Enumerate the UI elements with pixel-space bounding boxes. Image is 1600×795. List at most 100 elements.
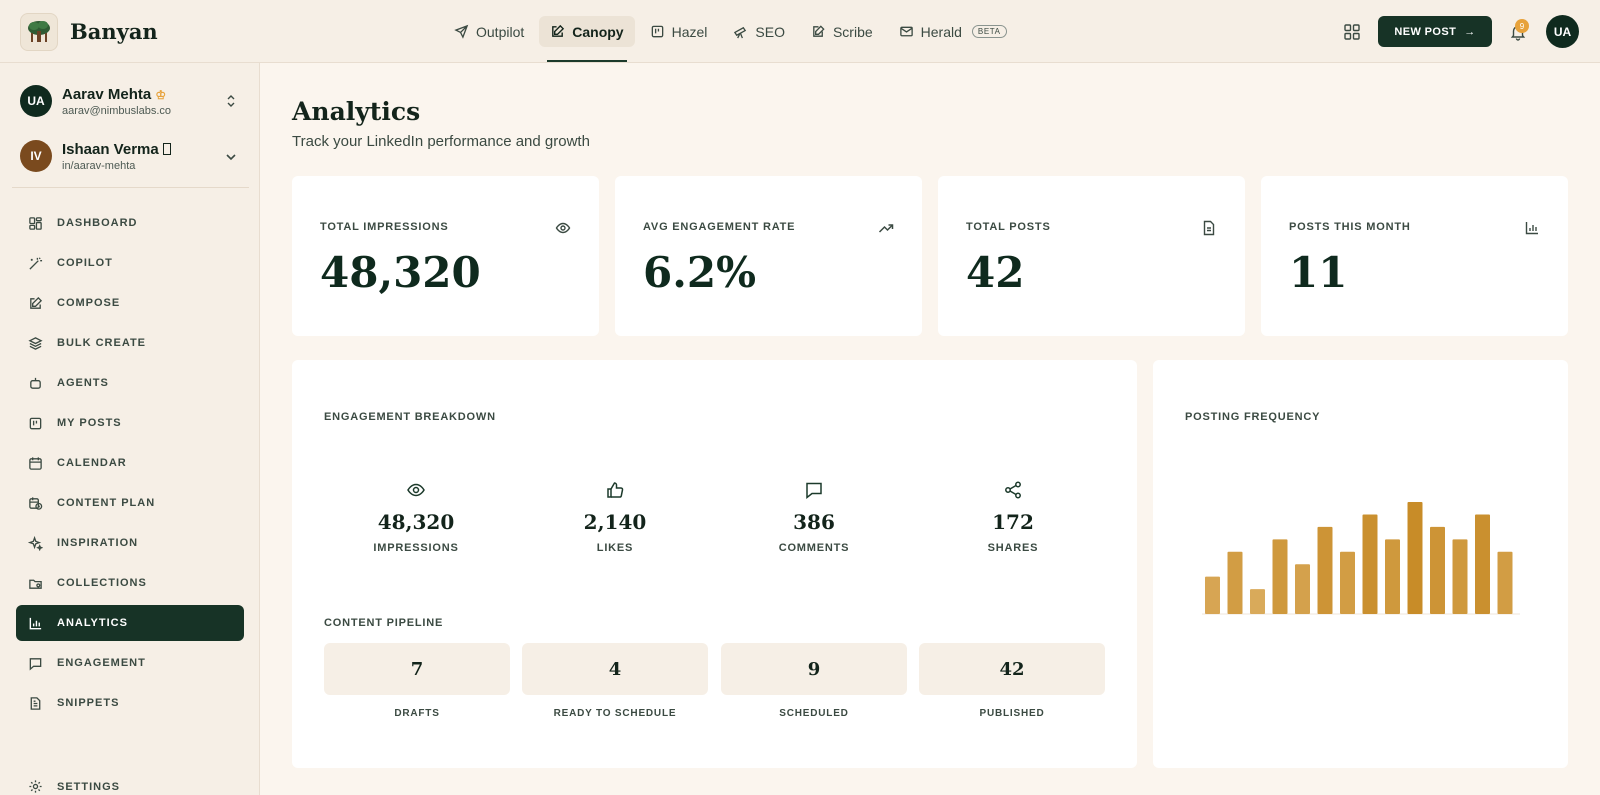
pipeline-value: 42: [919, 643, 1105, 695]
nav-herald[interactable]: Herald BETA: [888, 16, 1018, 47]
sidebar-item-my-posts[interactable]: MY POSTS: [16, 405, 244, 441]
pipeline-published[interactable]: 42 PUBLISHED: [919, 643, 1105, 719]
page-subtitle: Track your LinkedIn performance and grow…: [292, 133, 590, 150]
page-title: Analytics: [292, 97, 421, 126]
telescope-icon: [734, 26, 747, 39]
brand-name: Banyan: [70, 19, 158, 44]
sidebar-item-collections[interactable]: COLLECTIONS: [16, 565, 244, 601]
stat-label: TOTAL POSTS: [966, 221, 1051, 233]
sidebar-item-label: DASHBOARD: [57, 217, 138, 229]
engagement-value: 386: [793, 510, 835, 534]
frequency-bar: [1205, 576, 1220, 614]
pipeline-drafts[interactable]: 7 DRAFTS: [324, 643, 510, 719]
pipeline-value: 9: [721, 643, 907, 695]
nav-outpilot[interactable]: Outpilot: [443, 16, 535, 47]
engagement-label: IMPRESSIONS: [373, 542, 459, 554]
share-icon: [1005, 481, 1021, 499]
chevron-down-icon[interactable]: [225, 153, 237, 161]
engagement-likes: 2,140 LIKES: [545, 480, 685, 554]
sidebar-item-engagement[interactable]: ENGAGEMENT: [16, 645, 244, 681]
engagement-title: ENGAGEMENT BREAKDOWN: [324, 411, 496, 423]
engagement-value: 172: [992, 510, 1034, 534]
sidebar-item-snippets[interactable]: SNIPPETS: [16, 685, 244, 721]
mail-icon: [899, 26, 913, 37]
sidebar-item-label: SNIPPETS: [57, 697, 120, 709]
sidebar-item-dashboard[interactable]: DASHBOARD: [16, 205, 244, 241]
profile-switcher[interactable]: IV Ishaan Verma in/aarav-mehta: [20, 140, 171, 172]
new-post-label: NEW POST: [1394, 25, 1457, 38]
account-email: aarav@nimbuslabs.co: [62, 104, 171, 117]
pipeline-ready[interactable]: 4 READY TO SCHEDULE: [522, 643, 708, 719]
stat-card-posts-this-month: POSTS THIS MONTH 11: [1261, 176, 1568, 336]
sidebar-item-label: INSPIRATION: [57, 537, 139, 549]
avatar: IV: [20, 140, 52, 172]
sidebar-item-agents[interactable]: AGENTS: [16, 365, 244, 401]
user-avatar[interactable]: UA: [1546, 15, 1579, 48]
stat-card-total-posts: TOTAL POSTS 42: [938, 176, 1245, 336]
nav-herald-label: Herald: [920, 23, 962, 40]
sidebar-item-content-plan[interactable]: CONTENT PLAN: [16, 485, 244, 521]
sparkles-icon: [28, 535, 43, 551]
thumbs-up-icon: [607, 482, 624, 498]
engagement-label: COMMENTS: [778, 542, 850, 554]
nav-canopy[interactable]: Canopy: [539, 16, 635, 62]
stat-value: 48,320: [320, 248, 481, 297]
sidebar-item-settings[interactable]: SETTINGS: [28, 779, 120, 794]
sidebar-item-analytics[interactable]: ANALYTICS: [16, 605, 244, 641]
frequency-bar: [1407, 502, 1423, 614]
sidebar-item-label: CALENDAR: [57, 457, 127, 469]
engagement-value: 48,320: [377, 510, 455, 534]
frequency-title: POSTING FREQUENCY: [1185, 411, 1321, 423]
nav-outpilot-label: Outpilot: [476, 23, 525, 40]
profile-handle: in/aarav-mehta: [62, 159, 136, 172]
engagement-impressions: 48,320 IMPRESSIONS: [346, 480, 486, 554]
pipeline-value: 4: [522, 643, 708, 695]
chevron-up-down-icon[interactable]: [225, 94, 237, 108]
calendar-icon: [29, 456, 42, 470]
nav-hazel[interactable]: Hazel: [639, 16, 719, 47]
sidebar-menu: DASHBOARD COPILOT COMPOSE BULK CREATE AG…: [16, 205, 244, 725]
profile-name: Ishaan Verma: [62, 141, 171, 158]
account-switcher[interactable]: UA Aarav Mehta ♔ aarav@nimbuslabs.co: [20, 85, 171, 117]
apps-grid-icon[interactable]: [1343, 23, 1361, 41]
account-name: Aarav Mehta ♔: [62, 85, 167, 103]
stat-value: 6.2%: [643, 248, 756, 297]
nav-scribe[interactable]: Scribe: [800, 16, 884, 47]
trending-up-icon: [878, 224, 894, 233]
message-icon: [29, 657, 42, 671]
edit-icon: [552, 24, 565, 37]
eye-icon: [555, 222, 571, 234]
sidebar-item-copilot[interactable]: COPILOT: [16, 245, 244, 281]
frequency-bar: [1317, 526, 1333, 614]
sidebar-item-bulk-create[interactable]: BULK CREATE: [16, 325, 244, 361]
posts-icon: [29, 417, 42, 429]
banyan-tree-logo-icon[interactable]: [20, 13, 58, 51]
engagement-value: 2,140: [583, 510, 647, 534]
document-icon: [1203, 220, 1215, 236]
arrow-right-icon: →: [1464, 25, 1476, 38]
new-post-button[interactable]: NEW POST →: [1378, 16, 1492, 47]
sidebar: UA Aarav Mehta ♔ aarav@nimbuslabs.co IV …: [0, 63, 260, 795]
crown-icon: ♔: [155, 87, 167, 102]
sidebar-item-calendar[interactable]: CALENDAR: [16, 445, 244, 481]
frequency-bar: [1272, 539, 1288, 614]
sidebar-item-inspiration[interactable]: INSPIRATION: [16, 525, 244, 561]
calendar-clock-icon: [29, 496, 43, 510]
sidebar-item-compose[interactable]: COMPOSE: [16, 285, 244, 321]
stat-card-impressions: TOTAL IMPRESSIONS 48,320: [292, 176, 599, 336]
stat-value: 42: [966, 248, 1025, 297]
sidebar-item-label: ENGAGEMENT: [57, 657, 146, 669]
frequency-bar: [1452, 539, 1468, 614]
pipeline-scheduled[interactable]: 9 SCHEDULED: [721, 643, 907, 719]
pen-icon: [813, 25, 825, 37]
stat-label: POSTS THIS MONTH: [1289, 221, 1411, 233]
send-icon: [454, 24, 469, 39]
nav-seo[interactable]: SEO: [722, 16, 796, 47]
top-nav: Outpilot Canopy Hazel SEO Scribe Herald …: [443, 16, 1018, 62]
frequency-bar: [1475, 514, 1490, 614]
engagement-comments: 386 COMMENTS: [744, 480, 884, 554]
sidebar-item-label: AGENTS: [57, 377, 109, 389]
pipeline-label: READY TO SCHEDULE: [553, 708, 677, 719]
frequency-bar: [1295, 564, 1310, 614]
layers-icon: [28, 336, 43, 350]
